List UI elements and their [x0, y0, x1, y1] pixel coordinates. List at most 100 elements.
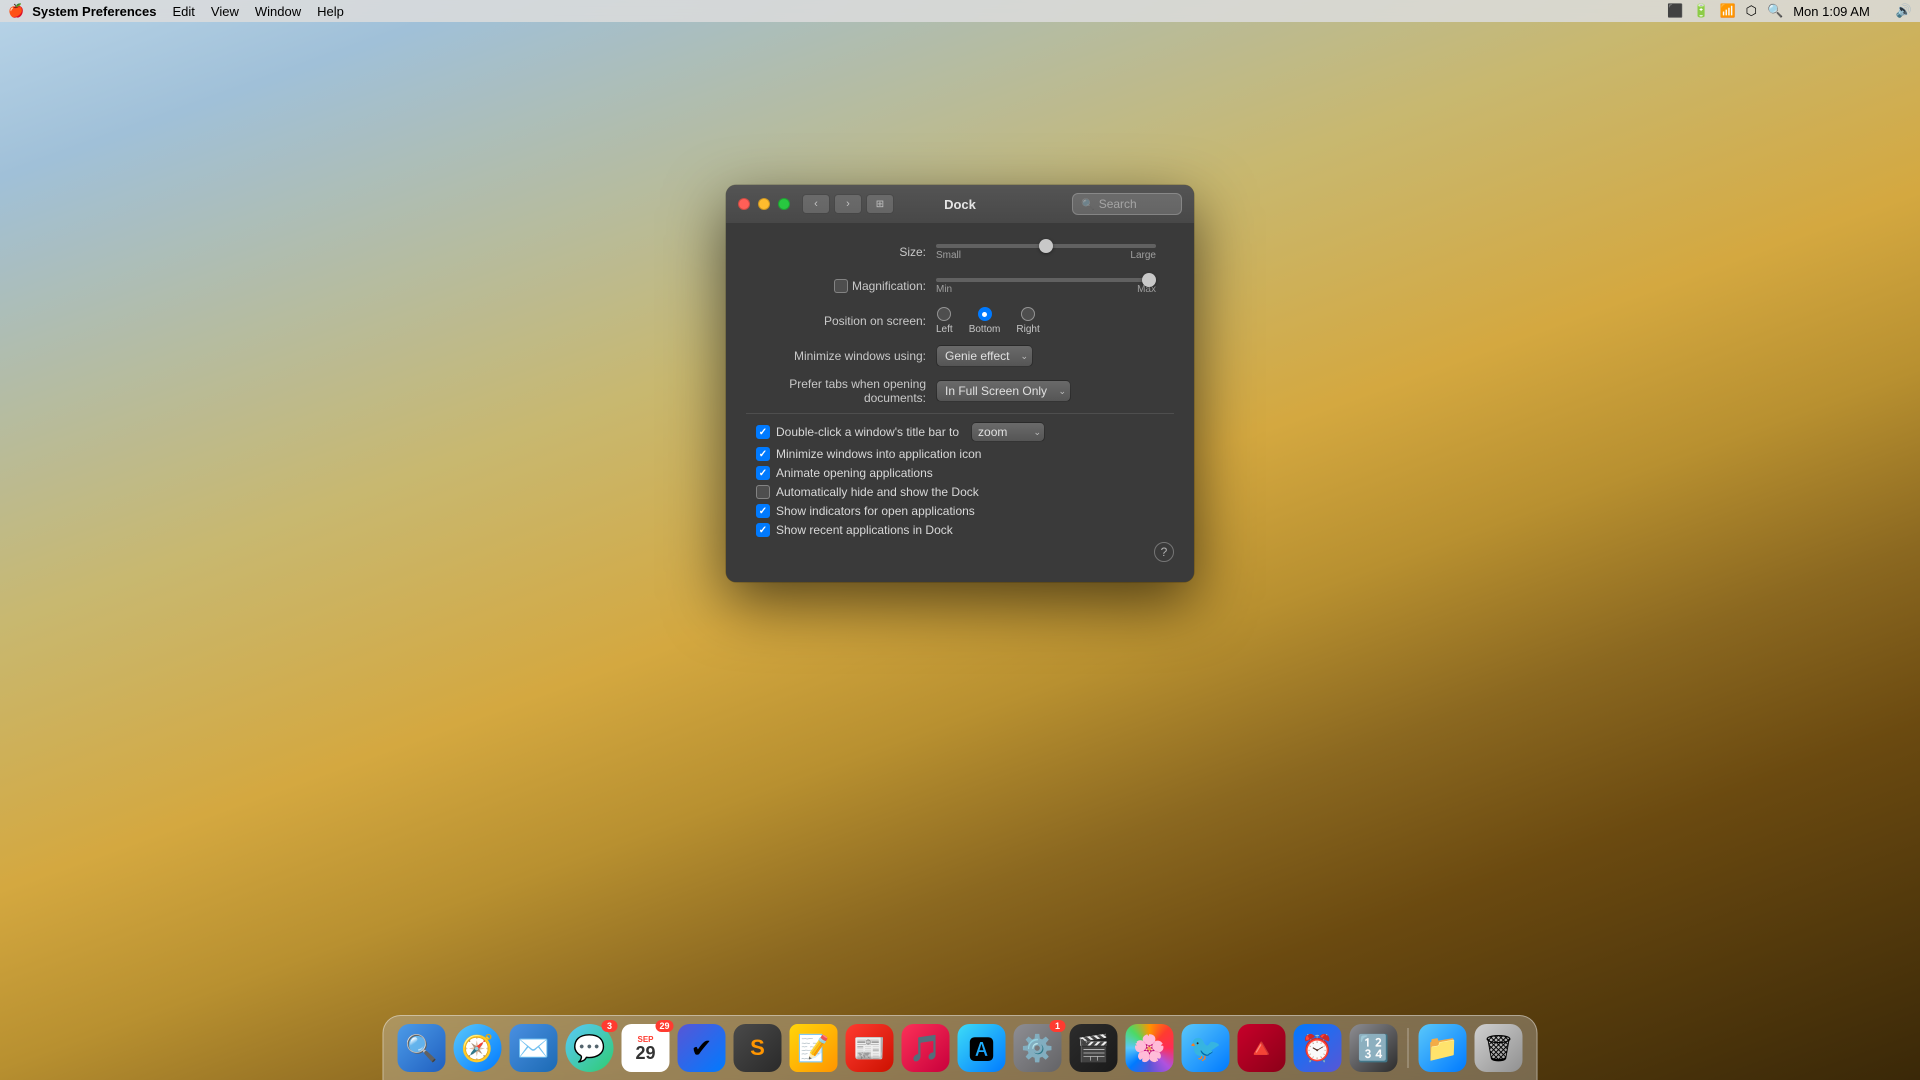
position-bottom-radio[interactable] [978, 307, 992, 321]
double-click-label: Double-click a window's title bar to [776, 425, 959, 439]
search-input[interactable] [1099, 197, 1179, 211]
minimize-button[interactable] [758, 198, 770, 210]
search-icon[interactable]: 🔍 [1767, 3, 1783, 19]
mag-slider-thumb[interactable] [1142, 273, 1156, 287]
dock: 🔍 🧭 ✉️ 💬 3 SEP 29 29 ✔ S [383, 1015, 1538, 1080]
magnification-control: Min Max [936, 278, 1174, 295]
dock-item-timing[interactable]: ⏰ [1292, 1022, 1344, 1074]
zoom-select-wrapper: zoom minimize ⌄ [971, 422, 1045, 442]
magnification-label-container: Magnification: [746, 279, 936, 293]
dock-separator [1408, 1028, 1409, 1068]
minimize-app-checkbox[interactable] [756, 447, 770, 461]
volume-icon[interactable]: 🔊 [1896, 3, 1912, 19]
dock-item-photos[interactable]: 🌸 [1124, 1022, 1176, 1074]
dock-item-news[interactable]: 📰 [844, 1022, 896, 1074]
position-label: Position on screen: [746, 314, 936, 328]
menu-edit[interactable]: Edit [173, 4, 195, 19]
dock-item-affinity[interactable]: 🔺 [1236, 1022, 1288, 1074]
mag-slider-track [936, 278, 1156, 282]
magnification-label: Magnification: [852, 279, 926, 293]
minimize-app-row: Minimize windows into application icon [756, 447, 1174, 461]
position-left[interactable]: Left [936, 307, 953, 335]
tabs-row: Prefer tabs when opening documents: In F… [746, 377, 1174, 405]
position-bottom[interactable]: Bottom [969, 307, 1001, 335]
dock-item-calendar[interactable]: SEP 29 29 [620, 1022, 672, 1074]
help-button[interactable]: ? [1154, 542, 1174, 562]
dock-item-syspreferences[interactable]: ⚙️ 1 [1012, 1022, 1064, 1074]
position-right-radio[interactable] [1021, 307, 1035, 321]
dock-preferences-window: ‹ › ⊞ Dock 🔍 Size: [726, 185, 1194, 582]
size-slider-thumb[interactable] [1039, 239, 1053, 253]
dock-item-mail[interactable]: ✉️ [508, 1022, 560, 1074]
dock-item-claquette[interactable]: 🎬 [1068, 1022, 1120, 1074]
recent-row: Show recent applications in Dock [756, 523, 1174, 537]
syspreferences-badge: 1 [1050, 1020, 1066, 1032]
dock-item-messages[interactable]: 💬 3 [564, 1022, 616, 1074]
messages-badge: 3 [602, 1020, 618, 1032]
minimize-label: Minimize windows using: [746, 349, 936, 363]
animate-checkbox[interactable] [756, 466, 770, 480]
dock-item-appstore[interactable]: 🅰 [956, 1022, 1008, 1074]
indicators-checkbox[interactable] [756, 504, 770, 518]
size-control: Small Large [936, 244, 1174, 261]
minimize-select[interactable]: Genie effect Scale effect [936, 345, 1033, 367]
window-title: Dock [944, 197, 976, 212]
wifi-icon[interactable]: 📶 [1719, 3, 1735, 19]
desktop: 🍎 System Preferences Edit View Window He… [0, 0, 1920, 1080]
back-button[interactable]: ‹ [802, 194, 830, 214]
maximize-button[interactable] [778, 198, 790, 210]
screen-mirror-icon[interactable]: ⬛ [1667, 3, 1683, 19]
search-icon: 🔍 [1081, 198, 1095, 211]
dock-item-wunderbucket[interactable]: 🐦 [1180, 1022, 1232, 1074]
close-button[interactable] [738, 198, 750, 210]
forward-button[interactable]: › [834, 194, 862, 214]
bluetooth-icon[interactable]: ⬡ [1746, 3, 1757, 19]
position-right[interactable]: Right [1016, 307, 1039, 335]
position-row: Position on screen: Left Bottom [746, 307, 1174, 335]
dock-item-screensavers[interactable]: 📁 [1417, 1022, 1469, 1074]
recent-label: Show recent applications in Dock [776, 523, 953, 537]
dock-item-sublimetext[interactable]: S [732, 1022, 784, 1074]
menu-help[interactable]: Help [317, 4, 344, 19]
dock-item-safari[interactable]: 🧭 [452, 1022, 504, 1074]
position-left-label: Left [936, 324, 953, 335]
tabs-select[interactable]: In Full Screen Only Always Manually [936, 380, 1071, 402]
menu-window[interactable]: Window [255, 4, 301, 19]
minimize-app-label: Minimize windows into application icon [776, 447, 981, 461]
dock-item-finder[interactable]: 🔍 [396, 1022, 448, 1074]
dock-item-stickies[interactable]: 📝 [788, 1022, 840, 1074]
autohide-checkbox[interactable] [756, 485, 770, 499]
double-click-checkbox[interactable] [756, 425, 770, 439]
window-content: Size: Small Large [726, 223, 1194, 582]
apple-menu[interactable]: 🍎 [8, 3, 24, 19]
size-slider-track [936, 244, 1156, 248]
dock-item-trash[interactable]: 🗑 [1473, 1022, 1525, 1074]
tabs-label: Prefer tabs when opening documents: [746, 377, 936, 405]
menu-view[interactable]: View [211, 4, 239, 19]
dock-item-music[interactable]: 🎵 [900, 1022, 952, 1074]
divider [746, 413, 1174, 414]
position-right-label: Right [1016, 324, 1039, 335]
zoom-select[interactable]: zoom minimize [971, 422, 1045, 442]
position-bottom-label: Bottom [969, 324, 1001, 335]
tabs-select-wrapper: In Full Screen Only Always Manually ⌄ [936, 380, 1071, 402]
nav-buttons: ‹ › ⊞ [802, 194, 894, 214]
search-box[interactable]: 🔍 [1072, 193, 1182, 215]
menubar: 🍎 System Preferences Edit View Window He… [0, 0, 1920, 22]
dock-item-calculator[interactable]: 🔢 [1348, 1022, 1400, 1074]
recent-checkbox[interactable] [756, 523, 770, 537]
magnification-row: Magnification: Min Max [746, 273, 1174, 299]
minimize-row: Minimize windows using: Genie effect Sca… [746, 343, 1174, 369]
mag-slider-container: Min Max [936, 278, 1156, 295]
window-controls [738, 198, 790, 210]
battery-icon[interactable]: 🔋 [1693, 3, 1709, 19]
grid-button[interactable]: ⊞ [866, 194, 894, 214]
app-name[interactable]: System Preferences [32, 4, 156, 19]
dock-item-tasks[interactable]: ✔ [676, 1022, 728, 1074]
position-left-radio[interactable] [937, 307, 951, 321]
magnification-checkbox[interactable] [834, 279, 848, 293]
size-slider-container: Small Large [936, 244, 1156, 261]
size-row: Size: Small Large [746, 239, 1174, 265]
calendar-badge: 29 [655, 1020, 673, 1032]
checkbox-section: Double-click a window's title bar to zoo… [746, 422, 1174, 537]
